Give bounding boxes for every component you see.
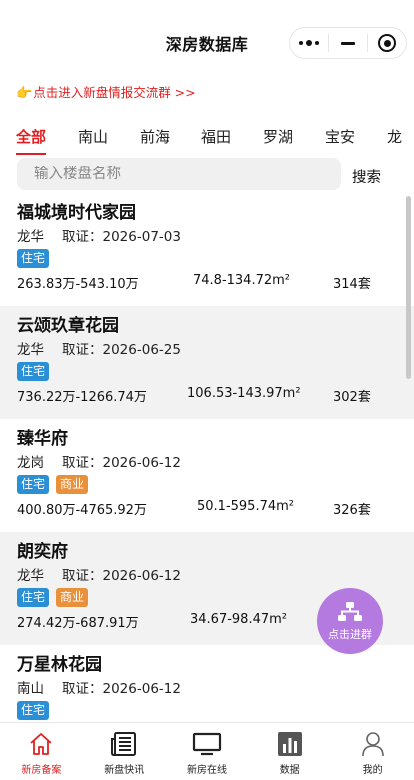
more-button[interactable] [290, 28, 328, 58]
nav-label: 数据 [279, 765, 300, 776]
listing-item[interactable]: 云颂玖章花园 龙华 取证：2026-06-25 住宅 736.22万-1266.7… [0, 306, 414, 419]
tab-luohu[interactable]: 罗湖 [263, 126, 293, 147]
listing-item[interactable]: 福城境时代家园 龙华 取证：2026-07-03 住宅 263.83万-543.1… [0, 193, 414, 306]
nav-news[interactable]: 新盘快讯 [83, 723, 166, 780]
listing-name: 万星林花园 [17, 655, 102, 675]
header-bar: 深房数据库 [0, 0, 414, 66]
tab-baoan[interactable]: 宝安 [325, 126, 355, 147]
page-title: 深房数据库 [165, 35, 249, 54]
org-chart-icon [338, 601, 362, 621]
listing-meta: 南山 取证：2026-06-12 [17, 677, 181, 697]
listing-name: 朗奕府 [17, 542, 68, 562]
search-button[interactable]: 搜索 [352, 166, 381, 187]
listing-item[interactable]: 臻华府 龙岗 取证：2026-06-12 住宅 商业 400.80万-4765.9… [0, 419, 414, 532]
close-miniprogram-button[interactable] [368, 28, 406, 58]
listing-name: 福城境时代家园 [17, 203, 136, 223]
tag-residential: 住宅 [17, 588, 50, 607]
district-tabs: 全部 南山 前海 福田 罗湖 宝安 龙 [0, 122, 414, 158]
listing-name: 云颂玖章花园 [17, 316, 119, 336]
listing-tags: 住宅 [17, 249, 50, 268]
cert-label: 取证： [62, 229, 103, 245]
tag-commercial: 商业 [56, 475, 89, 494]
cert-date: 2026-06-12 [102, 681, 181, 697]
unit-count: 326套 [333, 503, 371, 518]
tag-residential: 住宅 [17, 475, 50, 494]
scrollbar[interactable] [406, 196, 411, 379]
cert-date: 2026-07-03 [102, 229, 181, 245]
monitor-icon [192, 730, 222, 758]
cert-date: 2026-06-12 [102, 455, 181, 471]
nav-data[interactable]: 数据 [248, 723, 331, 780]
nav-label: 新盘快讯 [104, 765, 145, 776]
cert-label: 取证： [62, 342, 103, 358]
area-range: 50.1-595.74m² [197, 499, 294, 514]
tab-longgang[interactable]: 龙 [387, 126, 402, 147]
listing-district: 龙岗 [17, 455, 44, 471]
tag-residential: 住宅 [17, 249, 50, 268]
tag-residential: 住宅 [17, 362, 50, 381]
tag-commercial: 商业 [56, 588, 89, 607]
cert-label: 取证： [62, 681, 103, 697]
tab-all[interactable]: 全部 [16, 126, 46, 147]
tab-qianhai[interactable]: 前海 [140, 126, 170, 147]
listing-tags: 住宅 [17, 701, 50, 720]
bar-chart-icon [275, 730, 305, 758]
listing-tags: 住宅 商业 [17, 588, 89, 607]
tab-nanshan[interactable]: 南山 [78, 126, 108, 147]
unit-count: 314套 [333, 277, 371, 292]
price-range: 263.83万-543.10万 [17, 277, 139, 292]
newspaper-icon [109, 730, 139, 758]
area-range: 34.67-98.47m² [190, 612, 287, 627]
listing-district: 龙华 [17, 342, 44, 358]
cert-date: 2026-06-12 [102, 568, 181, 584]
nav-label: 新房备案 [21, 765, 62, 776]
unit-count: 302套 [333, 390, 371, 405]
nav-label: 我的 [362, 765, 383, 776]
price-range: 274.42万-687.91万 [17, 616, 139, 631]
nav-profile[interactable]: 我的 [331, 723, 414, 780]
app-page: 深房数据库 👉点击进入新盘情报交流群 >> 全部 南山 前海 福田 罗湖 宝安 … [0, 0, 414, 780]
listing-meta: 龙华 取证：2026-06-12 [17, 564, 181, 584]
listing-name: 臻华府 [17, 429, 68, 449]
area-range: 106.53-143.97m² [187, 386, 301, 401]
user-icon [358, 730, 388, 758]
nav-online[interactable]: 新房在线 [166, 723, 249, 780]
target-close-icon [378, 34, 396, 52]
listing-item[interactable]: 万星林花园 南山 取证：2026-06-12 住宅 [0, 645, 414, 725]
listing-meta: 龙岗 取证：2026-06-12 [17, 451, 181, 471]
nav-new-filings[interactable]: 新房备案 [0, 723, 83, 780]
search-input[interactable] [34, 166, 341, 182]
listing-tags: 住宅 商业 [17, 475, 89, 494]
banner-text: 点击进入新盘情报交流群 >> [33, 85, 196, 100]
minus-icon [341, 41, 355, 45]
minimize-button[interactable] [329, 28, 367, 58]
pointing-hand-icon: 👉 [16, 86, 33, 101]
listing-district: 龙华 [17, 229, 44, 245]
more-dots-icon [299, 40, 319, 46]
area-range: 74.8-134.72m² [193, 273, 290, 288]
tag-residential: 住宅 [17, 701, 50, 720]
cert-label: 取证： [62, 568, 103, 584]
listing-tags: 住宅 [17, 362, 50, 381]
listing-meta: 龙华 取证：2026-06-25 [17, 338, 181, 358]
miniprogram-capsule [289, 27, 407, 59]
price-range: 736.22万-1266.74万 [17, 390, 147, 405]
listing-district: 南山 [17, 681, 44, 697]
search-field [17, 158, 341, 190]
active-tab-indicator [16, 153, 46, 155]
listing-meta: 龙华 取证：2026-07-03 [17, 225, 181, 245]
join-group-button[interactable]: 点击进群 [317, 588, 383, 654]
join-group-label: 点击进群 [328, 627, 372, 641]
price-range: 400.80万-4765.92万 [17, 503, 147, 518]
cert-date: 2026-06-25 [102, 342, 181, 358]
listing-district: 龙华 [17, 568, 44, 584]
bottom-nav: 新房备案 新盘快讯 新房在线 数据 我的 [0, 722, 414, 780]
tab-futian[interactable]: 福田 [201, 126, 231, 147]
cert-label: 取证： [62, 455, 103, 471]
nav-label: 新房在线 [186, 765, 227, 776]
group-banner-link[interactable]: 👉点击进入新盘情报交流群 >> [16, 82, 196, 101]
home-icon [26, 730, 56, 758]
